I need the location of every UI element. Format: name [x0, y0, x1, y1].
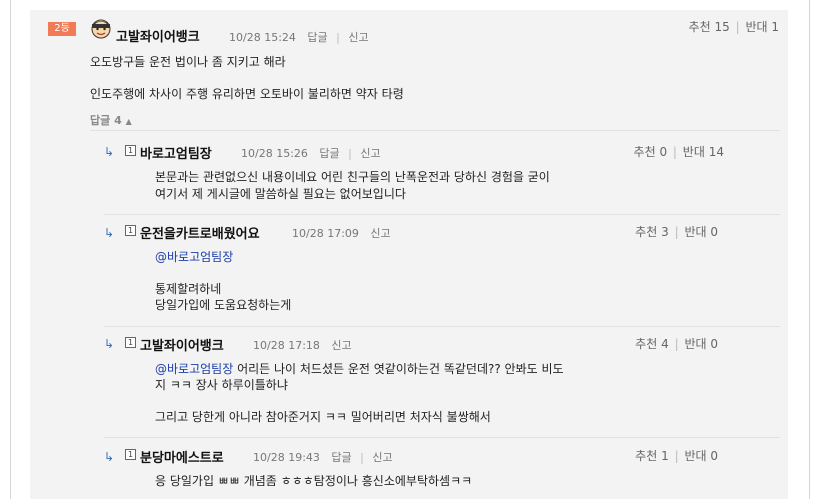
reply-line: 당일가입에 도움요청하는게: [155, 298, 292, 312]
oppose-count: 0: [710, 337, 718, 351]
recommend-count: 0: [659, 145, 668, 159]
reply-time: 10/28 17:09: [292, 227, 359, 240]
report-link[interactable]: 신고: [348, 31, 368, 44]
report-link[interactable]: 신고: [360, 147, 380, 160]
reply-line: 그리고 당한게 아니라 참아준거지 ㅋㅋ 밀어버리면 처자식 불쌍해서: [155, 410, 491, 424]
oppose-label[interactable]: 반대: [684, 449, 706, 463]
reply-link[interactable]: 답글: [307, 31, 327, 44]
divider: [104, 437, 780, 438]
separator: |: [674, 337, 679, 351]
comment-line: 인도주행에 차사이 주행 유리하면 오토바이 불리하면 약자 타령: [90, 87, 404, 101]
comment-author[interactable]: 고발좌이어뱅크: [116, 26, 200, 45]
comment-meta: 10/28 15:24 답글 | 신고: [229, 29, 369, 45]
reply-arrow-icon: ↳: [104, 145, 115, 159]
reply-line-rest: 어리든 나이 처드셨든 운전 엿같이하는건 똑같던데?? 안봐도 비도: [233, 362, 564, 376]
oppose-label[interactable]: 반대: [683, 145, 705, 159]
member-badge-icon: 1: [125, 337, 136, 348]
reply-author[interactable]: 운전을카트로배웠어요: [140, 223, 260, 242]
reply-arrow-icon: ↳: [104, 337, 115, 351]
report-link[interactable]: 신고: [370, 227, 390, 240]
reply-link[interactable]: 답글: [331, 451, 351, 464]
reply-arrow-icon: ↳: [104, 226, 115, 240]
separator: |: [735, 20, 740, 34]
member-badge-icon: 1: [125, 145, 136, 156]
recommend-count: 15: [714, 20, 730, 34]
reply-meta: 10/28 17:09 신고: [292, 225, 391, 241]
mention-link[interactable]: @바로고엄팀장: [155, 362, 233, 376]
recommend-label[interactable]: 추천: [635, 225, 657, 239]
report-link[interactable]: 신고: [331, 339, 351, 352]
divider: [90, 130, 780, 131]
oppose-count: 0: [710, 449, 718, 463]
divider: [104, 326, 780, 327]
reply-arrow-icon: ↳: [104, 450, 115, 464]
oppose-label[interactable]: 반대: [745, 20, 767, 34]
reply-meta: 10/28 15:26 답글 | 신고: [241, 145, 381, 161]
separator: |: [336, 31, 340, 44]
reply-meta: 10/28 17:18 신고: [253, 337, 352, 353]
oppose-label[interactable]: 반대: [684, 337, 706, 351]
reply-author[interactable]: 분당마에스트로: [140, 447, 224, 466]
recommend-count: 1: [661, 449, 669, 463]
reply-author[interactable]: 고발좌이어뱅크: [140, 335, 224, 354]
separator: |: [360, 451, 364, 464]
reply-link[interactable]: 답글: [319, 147, 339, 160]
oppose-count: 1: [771, 20, 779, 34]
caret-up-icon: ▲: [125, 117, 132, 126]
separator: |: [672, 145, 677, 159]
mention-link[interactable]: @바로고엄팀장: [155, 249, 233, 266]
comment-line: 오도방구들 운전 법이나 좀 지키고 해라: [90, 55, 286, 69]
recommend-count: 3: [661, 225, 669, 239]
reply-votes: 추천 4 | 반대 0: [635, 335, 718, 352]
member-badge-icon: 1: [125, 449, 136, 460]
reply-votes: 추천 3 | 반대 0: [635, 223, 718, 240]
reply-count-toggle[interactable]: 답글 4 ▲: [90, 112, 132, 128]
reply-author[interactable]: 바로고엄팀장: [140, 143, 212, 162]
recommend-label[interactable]: 추천: [635, 449, 657, 463]
reply-votes: 추천 0 | 반대 14: [634, 143, 724, 160]
reply-count-label: 답글 4: [90, 114, 122, 127]
reply-votes: 추천 1 | 반대 0: [635, 447, 718, 464]
comment-time: 10/28 15:24: [229, 31, 296, 44]
oppose-label[interactable]: 반대: [684, 225, 706, 239]
reply-time: 10/28 15:26: [241, 147, 308, 160]
separator: |: [348, 147, 352, 160]
recommend-label[interactable]: 추천: [635, 337, 657, 351]
rank-badge: 2등: [48, 22, 76, 36]
reply-line: 본문과는 관련없으신 내용이네요 어린 친구들의 난폭운전과 당하신 경험을 굳…: [155, 170, 550, 184]
recommend-label[interactable]: 추천: [634, 145, 656, 159]
reply-meta: 10/28 19:43 답글 | 신고: [253, 449, 393, 465]
divider: [104, 214, 780, 215]
reply-first-line: @바로고엄팀장 어리든 나이 처드셨든 운전 엿같이하는건 똑같던데?? 안봐도…: [155, 361, 564, 378]
separator: |: [674, 225, 679, 239]
report-link[interactable]: 신고: [372, 451, 392, 464]
reply-time: 10/28 17:18: [253, 339, 320, 352]
oppose-count: 0: [710, 225, 718, 239]
recommend-label[interactable]: 추천: [689, 20, 711, 34]
reply-time: 10/28 19:43: [253, 451, 320, 464]
reply-line: 여기서 제 게시글에 말씀하실 필요는 없어보입니다: [155, 187, 406, 201]
member-badge-icon: 1: [125, 225, 136, 236]
reply-line: 통제할려하네: [155, 282, 222, 296]
oppose-count: 14: [708, 145, 724, 159]
reply-line: 응 당일가입 ㅃㅃ 개념좀 ㅎㅎㅎ탐정이나 흥신소에부탁하셈ㅋㅋ: [155, 474, 473, 488]
comment-votes: 추천 15 | 반대 1: [689, 18, 779, 35]
avatar-icon: [91, 19, 111, 39]
reply-line: 지 ㅋㅋ 장사 하루이틀하냐: [155, 378, 288, 392]
recommend-count: 4: [661, 337, 669, 351]
separator: |: [674, 449, 679, 463]
